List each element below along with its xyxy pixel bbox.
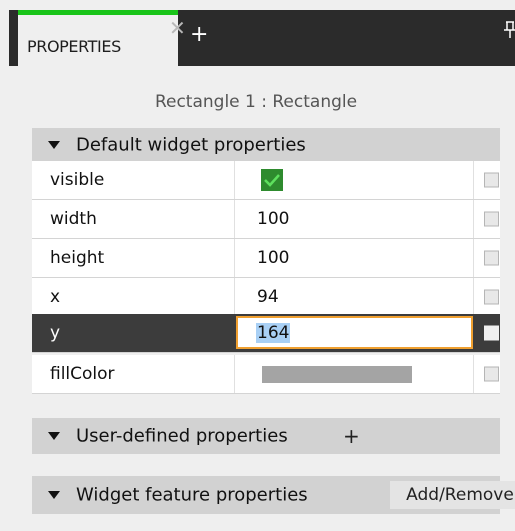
- section-label: Default widget properties: [76, 134, 306, 155]
- chevron-down-icon[interactable]: [48, 491, 60, 499]
- subject-title: Rectangle 1 : Rectangle: [154, 92, 358, 112]
- property-value[interactable]: 100: [257, 248, 289, 268]
- property-name: y: [50, 323, 61, 343]
- property-value[interactable]: 164: [256, 322, 291, 343]
- property-name: fillColor: [50, 364, 115, 384]
- add-tab-button[interactable]: +: [190, 24, 208, 46]
- property-row-x[interactable]: x 94: [32, 278, 500, 317]
- column-divider: [473, 161, 474, 199]
- binding-checkbox[interactable]: [484, 325, 499, 341]
- chevron-down-icon[interactable]: [48, 432, 60, 440]
- binding-checkbox[interactable]: [484, 211, 499, 227]
- tab-properties[interactable]: PROPERTIES ✕: [18, 10, 186, 66]
- property-name: height: [50, 248, 105, 268]
- checkmark-icon: [264, 174, 280, 187]
- property-row-y[interactable]: y 164: [32, 314, 500, 353]
- column-divider: [234, 239, 235, 277]
- property-row-width[interactable]: width 100: [32, 200, 500, 239]
- property-name: visible: [50, 170, 105, 190]
- column-divider: [473, 200, 474, 238]
- property-name: width: [50, 209, 97, 229]
- property-row-height[interactable]: height 100: [32, 239, 500, 278]
- binding-checkbox[interactable]: [484, 366, 499, 382]
- property-row-visible[interactable]: visible: [32, 161, 500, 200]
- y-value-input[interactable]: 164: [236, 316, 473, 349]
- property-value[interactable]: 100: [257, 209, 289, 229]
- binding-checkbox[interactable]: [484, 172, 499, 188]
- column-divider: [234, 200, 235, 238]
- property-name: x: [50, 287, 61, 307]
- pin-icon[interactable]: [503, 20, 515, 40]
- tab-label: PROPERTIES: [27, 37, 121, 56]
- binding-checkbox[interactable]: [484, 250, 499, 266]
- section-label: User-defined properties: [76, 425, 288, 447]
- property-value[interactable]: 94: [257, 287, 279, 307]
- section-default-widget-properties[interactable]: Default widget properties: [32, 128, 500, 161]
- column-divider: [473, 355, 474, 393]
- visible-checkbox[interactable]: [261, 169, 283, 191]
- add-remove-button[interactable]: Add/Remove: [390, 481, 515, 509]
- properties-panel: PROPERTIES ✕ + Rectangle 1 : Rectangle D…: [0, 0, 515, 531]
- binding-checkbox[interactable]: [484, 289, 499, 305]
- add-property-button[interactable]: +: [343, 424, 360, 448]
- section-user-defined-properties[interactable]: User-defined properties +: [32, 418, 500, 454]
- property-row-fillcolor[interactable]: fillColor: [32, 355, 500, 394]
- close-icon[interactable]: ✕: [169, 17, 186, 39]
- column-divider: [473, 278, 474, 316]
- column-divider: [473, 239, 474, 277]
- column-divider: [234, 161, 235, 199]
- section-label: Widget feature properties: [76, 484, 308, 506]
- fill-color-swatch[interactable]: [262, 366, 412, 383]
- section-widget-feature-properties[interactable]: Widget feature properties Add/Remove: [32, 476, 515, 514]
- chevron-down-icon[interactable]: [48, 140, 60, 149]
- column-divider: [234, 355, 235, 393]
- column-divider: [234, 278, 235, 316]
